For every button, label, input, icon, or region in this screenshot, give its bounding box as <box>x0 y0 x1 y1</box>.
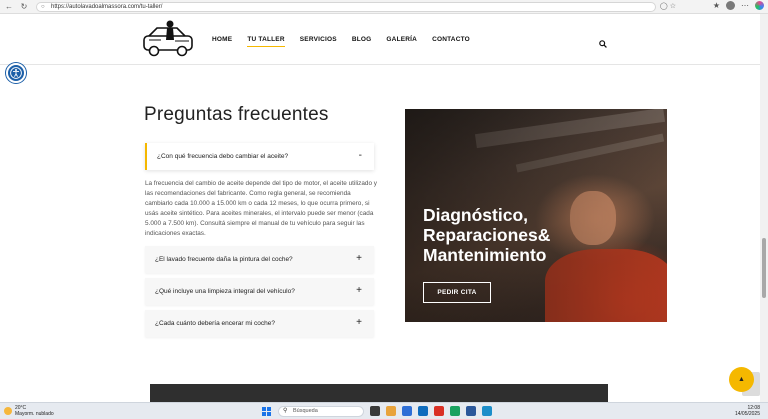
word-icon[interactable] <box>466 406 476 416</box>
taskbar-clock[interactable]: 12:08 14/05/2025 <box>735 405 760 417</box>
back-icon[interactable]: ← <box>3 1 15 13</box>
favorite-star-icon[interactable]: ☆ <box>670 3 676 10</box>
pedir-cita-button[interactable]: PEDIR CITA <box>423 282 491 303</box>
promo-banner: Diagnóstico, Reparaciones& Mantenimiento… <box>405 109 667 322</box>
promo-headline: Diagnóstico, Reparaciones& Mantenimiento <box>423 205 551 265</box>
nav-contacto[interactable]: CONTACTO <box>432 36 470 43</box>
app-icon[interactable] <box>450 406 460 416</box>
clock-date: 14/05/2025 <box>734 411 760 417</box>
address-bar-url: https://autolavadoalmassora.com/tu-talle… <box>51 3 163 10</box>
accessibility-button[interactable] <box>6 63 26 83</box>
more-icon[interactable]: ⋯ <box>741 1 749 10</box>
windows-start-icon[interactable] <box>262 407 271 416</box>
search-icon: ⚲ <box>283 408 288 414</box>
nav-tu-taller[interactable]: TU TALLER <box>247 36 286 47</box>
site-header: HOME TU TALLER SERVICIOS BLOG GALERÍA CO… <box>0 14 760 65</box>
nav-galeria[interactable]: GALERÍA <box>386 36 417 43</box>
faq-question: ¿El lavado frecuente daña la pintura del… <box>155 256 293 263</box>
weather-widget[interactable]: 20°C Mayorm. nublado <box>4 405 54 417</box>
reload-icon[interactable]: ↻ <box>18 1 30 13</box>
taskbar: 20°C Mayorm. nublado ⚲ Búsqueda 12:08 14… <box>0 402 768 419</box>
faq-item[interactable]: ¿El lavado frecuente daña la pintura del… <box>145 246 374 273</box>
expand-icon[interactable]: + <box>356 317 362 328</box>
file-explorer-icon[interactable] <box>386 406 396 416</box>
store-icon[interactable] <box>402 406 412 416</box>
collapse-icon[interactable]: - <box>359 150 362 161</box>
favorites-icon[interactable]: ★ <box>713 1 720 10</box>
expand-icon[interactable]: + <box>356 285 362 296</box>
copilot-icon[interactable] <box>755 1 764 10</box>
site-logo[interactable] <box>143 20 195 58</box>
nav-blog[interactable]: BLOG <box>352 36 372 43</box>
edge-icon[interactable] <box>482 406 492 416</box>
faq-item-open[interactable]: ¿Con qué frecuencia debo cambiar el acei… <box>145 143 374 170</box>
address-bar[interactable]: ○ https://autolavadoalmassora.com/tu-tal… <box>36 1 656 12</box>
search-icon[interactable] <box>599 40 607 48</box>
chevron-up-icon: ▲ <box>738 376 745 383</box>
lock-icon: ○ <box>41 3 45 10</box>
weather-desc: Mayorm. nublado <box>15 411 54 417</box>
faq-title: Preguntas frecuentes <box>144 104 329 125</box>
taskbar-apps <box>370 406 492 416</box>
scroll-to-top-button[interactable]: ▲ <box>729 367 754 392</box>
faq-answer: La frecuencia del cambio de aceite depen… <box>145 180 377 237</box>
scrollbar-thumb[interactable] <box>762 238 766 298</box>
taskbar-search[interactable]: ⚲ Búsqueda <box>278 406 364 417</box>
chrome-icon[interactable] <box>434 406 444 416</box>
nav-home[interactable]: HOME <box>212 36 232 43</box>
expand-icon[interactable]: + <box>356 253 362 264</box>
faq-item[interactable]: ¿Qué incluye una limpieza integral del v… <box>145 278 374 305</box>
faq-question: ¿Qué incluye una limpieza integral del v… <box>155 288 295 295</box>
page-scrollbar[interactable] <box>760 14 768 402</box>
footer-section-top <box>150 384 608 402</box>
faq-question: ¿Cada cuánto debería encerar mi coche? <box>155 320 275 327</box>
outlook-icon[interactable] <box>418 406 428 416</box>
zoom-icon[interactable]: ◯ <box>660 3 668 10</box>
accessibility-icon <box>10 67 22 79</box>
browser-toolbar: ← ↻ ○ https://autolavadoalmassora.com/tu… <box>0 0 768 14</box>
profile-avatar[interactable] <box>726 1 735 10</box>
faq-item[interactable]: ¿Cada cuánto debería encerar mi coche? + <box>145 310 374 337</box>
faq-question: ¿Con qué frecuencia debo cambiar el acei… <box>157 153 289 160</box>
task-view-icon[interactable] <box>370 406 380 416</box>
taskbar-search-placeholder: Búsqueda <box>293 408 318 414</box>
weather-icon <box>4 407 12 415</box>
main-nav: HOME TU TALLER SERVICIOS BLOG GALERÍA CO… <box>212 36 470 47</box>
nav-servicios[interactable]: SERVICIOS <box>300 36 337 43</box>
